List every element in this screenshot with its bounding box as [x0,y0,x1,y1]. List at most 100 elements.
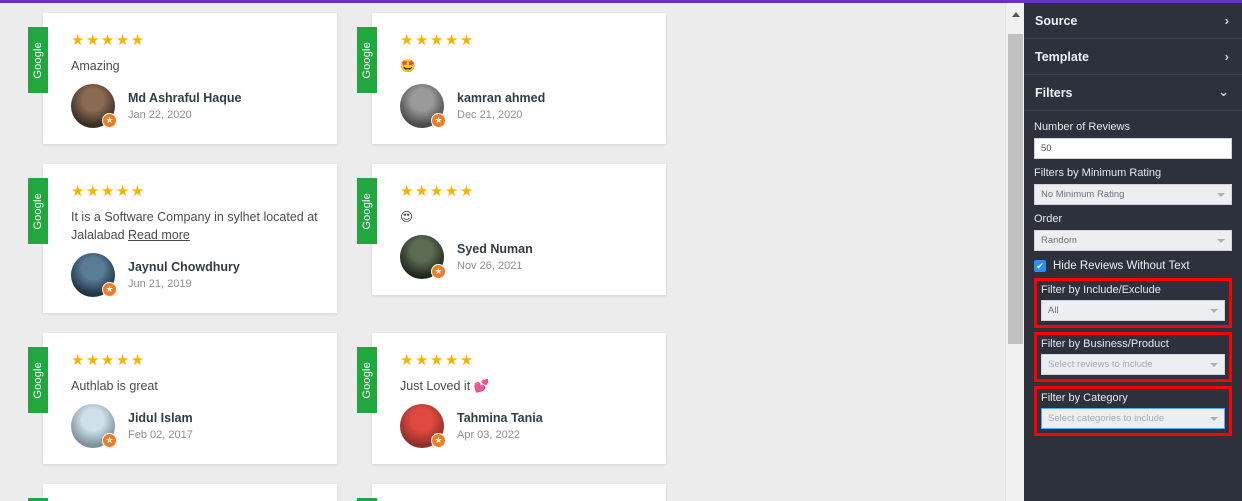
author-info: Md Ashraful Haque Jan 22, 2020 [128,90,241,122]
review-card-wrapper: Google ★★★★★ 🤩 ★ kamran ahmed Dec 21, 2020 [349,13,666,144]
local-guide-badge-icon: ★ [102,433,117,448]
chevron-down-icon [1217,192,1225,197]
review-card-wrapper: Google ★★★★★ 😍 ★ Syed Numan Nov 26, 2021 [349,164,666,295]
review-text: 😍 [400,208,648,226]
business-product-select[interactable]: Select reviews to include [1041,354,1225,375]
author-name: Tahmina Tania [457,411,543,425]
category-placeholder: Select categories to include [1048,413,1165,424]
hide-reviews-without-text-checkbox[interactable]: ✔ [1034,260,1046,272]
section-header-filters[interactable]: Filters ⌄ [1024,75,1242,111]
settings-panel: Source › Template › Filters ⌄ Number of … [1024,3,1242,501]
review-card: ★★★★★ Amazing ★ Md Ashraful Haque Jan 22, 20… [43,13,337,144]
chevron-down-icon: ⌄ [1218,84,1229,99]
review-source-label: Google [361,361,373,399]
review-card-wrapper: Google ★★★★★ It is a Software Company in s… [20,164,337,313]
business-product-placeholder: Select reviews to include [1048,359,1153,370]
review-card: ★★★★★ Authlab is great ★ Jidul Islam Feb 02,… [43,333,337,464]
scroll-up-arrow-icon[interactable] [1006,6,1025,22]
review-card-wrapper: Google★★★★★They have great workplace.★Sh… [20,484,337,501]
review-cell: Google ★★★★★ It is a Software Company in s… [14,160,343,329]
review-star-rating: ★★★★★ [400,352,475,369]
section-header-template[interactable]: Template › [1024,39,1242,75]
label-number-of-reviews: Number of Reviews [1034,121,1130,133]
author-name: Jaynul Chowdhury [128,260,240,274]
review-author: ★ Tahmina Tania Apr 03, 2022 [400,404,648,448]
highlight-box-include-exclude: Filter by Include/Exclude All [1034,278,1232,328]
section-label-source: Source [1035,13,1078,28]
review-card: ★★★★★ 😍 ★ Syed Numan Nov 26, 2021 [372,164,666,295]
number-of-reviews-input[interactable]: 50 [1034,138,1232,159]
review-text: Amazing [71,57,319,75]
review-source-badge: Google [357,27,377,93]
review-card: ★★★★★They have great workplace.★Shah Sha… [43,484,337,501]
avatar: ★ [400,235,446,279]
review-author: ★ kamran ahmed Dec 21, 2020 [400,84,648,128]
review-star-rating: ★★★★★ [400,183,475,200]
author-name: Syed Numan [457,242,533,256]
review-text-body: 🤩 [400,59,416,73]
review-card-wrapper: Google ★★★★★ Just Loved it 💕 ★ Tahmina Tania… [349,333,666,464]
review-card-wrapper: Google ★★★★★ Authlab is great ★ Jidul Islam F… [20,333,337,464]
chevron-down-icon [1210,308,1218,313]
top-accent-bar [0,0,1242,3]
review-card: ★★★★★ 🤩 ★ kamran ahmed Dec 21, 2020 [372,13,666,144]
local-guide-badge-icon: ★ [102,113,117,128]
review-source-badge: Google [28,347,48,413]
review-star-rating: ★★★★★ [71,352,146,369]
highlight-box-category: Filter by Category Select categories to … [1034,386,1232,436]
review-star-rating: ★★★★★ [400,32,475,49]
section-header-source[interactable]: Source › [1024,3,1242,39]
chevron-down-icon [1210,362,1218,367]
review-cell: Google★★★★★They have great workplace.★Sh… [14,480,343,501]
review-cell: Google ★★★★★ Amazing ★ Md Ashraful Haque Jan … [14,9,343,160]
review-card-wrapper: Google ★★★★★ Amazing ★ Md Ashraful Haque Jan … [20,13,337,144]
label-include-exclude: Filter by Include/Exclude [1041,284,1161,296]
read-more-link[interactable]: Read more [128,228,190,242]
review-date: Feb 02, 2017 [128,429,193,441]
local-guide-badge-icon: ★ [431,113,446,128]
review-text-body: Authlab is great [71,379,158,393]
field-minimum-rating: Filters by Minimum Rating No Minimum Rat… [1034,167,1232,205]
review-text: It is a Software Company in sylhet locat… [71,208,319,244]
review-text: 🤩 [400,57,648,75]
hide-reviews-without-text-row[interactable]: ✔ Hide Reviews Without Text [1034,260,1232,272]
app-root: Google ★★★★★ Amazing ★ Md Ashraful Haque Jan … [0,0,1242,501]
review-star-rating: ★★★★★ [71,32,146,49]
review-text: Authlab is great [71,377,319,395]
category-select[interactable]: Select categories to include [1041,408,1225,429]
local-guide-badge-icon: ★ [102,282,117,297]
review-source-label: Google [32,361,44,399]
author-info: Jidul Islam Feb 02, 2017 [128,410,193,442]
include-exclude-select[interactable]: All [1041,300,1225,321]
review-text-body: It is a Software Company in sylhet locat… [71,210,318,242]
label-hide-reviews-without-text: Hide Reviews Without Text [1053,260,1190,272]
review-card: ★★★★★ Just Loved it 💕 ★ Tahmina Tania Apr 03… [372,333,666,464]
review-text-body: 😍 [400,210,414,224]
avatar: ★ [400,404,446,448]
label-category: Filter by Category [1041,392,1128,404]
scrollbar-thumb[interactable] [1008,34,1023,344]
reviews-grid: Google ★★★★★ Amazing ★ Md Ashraful Haque Jan … [0,3,1005,501]
review-date: Jan 22, 2020 [128,109,192,121]
section-label-filters: Filters [1035,85,1073,100]
author-info: Syed Numan Nov 26, 2021 [457,241,533,273]
review-cell: Google ★★★★★ 😍 ★ Syed Numan Nov 26, 2021 [343,160,672,329]
review-author: ★ Jaynul Chowdhury Jun 21, 2019 [71,253,319,297]
chevron-right-icon: › [1224,13,1229,28]
review-author: ★ Syed Numan Nov 26, 2021 [400,235,648,279]
order-select[interactable]: Random [1034,230,1232,251]
vertical-scrollbar[interactable] [1005,3,1024,501]
avatar: ★ [400,84,446,128]
highlight-box-business-product: Filter by Business/Product Select review… [1034,332,1232,382]
label-minimum-rating: Filters by Minimum Rating [1034,167,1162,179]
number-of-reviews-value: 50 [1041,143,1052,154]
minimum-rating-select[interactable]: No Minimum Rating [1034,184,1232,205]
review-source-label: Google [32,192,44,230]
author-name: Md Ashraful Haque [128,91,242,105]
avatar: ★ [71,84,117,128]
field-number-of-reviews: Number of Reviews 50 [1034,121,1232,159]
avatar: ★ [71,253,117,297]
author-info: kamran ahmed Dec 21, 2020 [457,90,545,122]
review-cell: Google ★★★★★ Authlab is great ★ Jidul Islam F… [14,329,343,480]
local-guide-badge-icon: ★ [431,433,446,448]
